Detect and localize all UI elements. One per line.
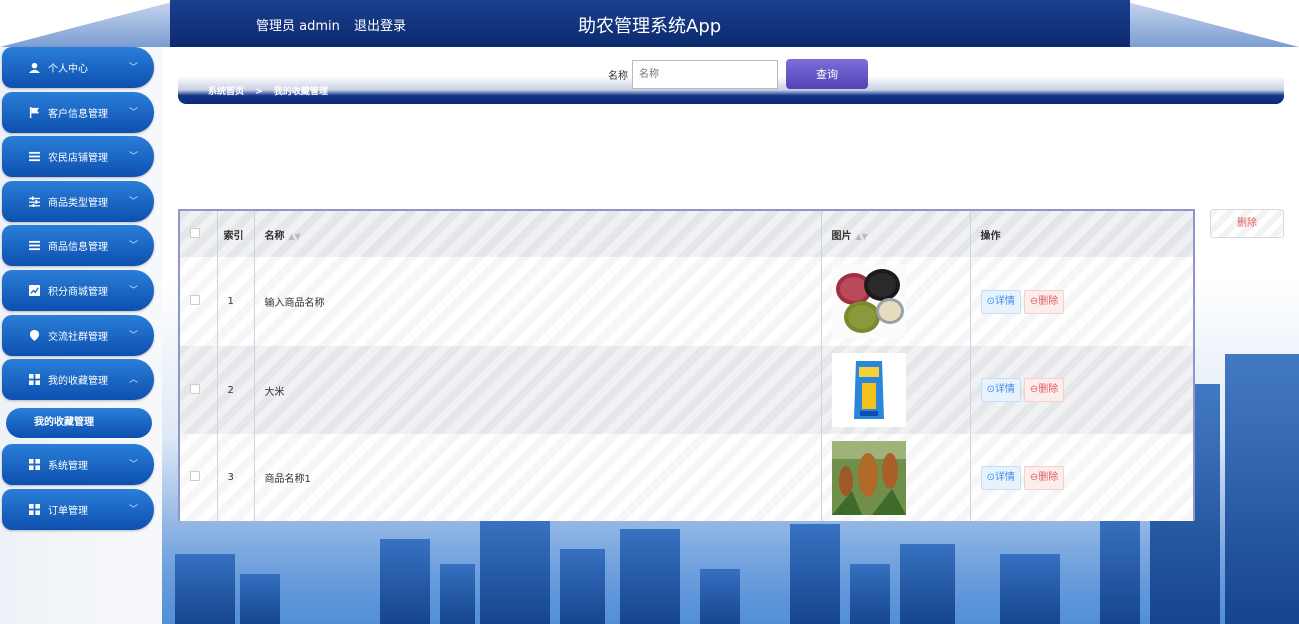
millet-field-image [831, 440, 906, 515]
favorites-table: 索引 名称 ▲▼ 图片 ▲▼ 操作 1 输入商品名称 ⊙详情 ⊖删除 2 大米 … [178, 209, 1195, 521]
app-title: 助农管理系统App [578, 16, 722, 37]
pin-icon [28, 330, 40, 342]
search-label: 名称 [608, 70, 628, 82]
detail-button[interactable]: ⊙详情 [980, 378, 1021, 402]
sidebar: 个人中心 ﹀ 客户信息管理 ﹀ 农民店铺管理 ﹀ 商品类型管理 ﹀ 商品信息管理… [0, 47, 162, 624]
chevron-down-icon: ﹀ [128, 63, 138, 73]
breadcrumb: 系统首页 > 我的收藏管理 [208, 84, 336, 97]
delete-button[interactable]: ⊖删除 [1023, 378, 1065, 402]
sidebar-subitem-favorites[interactable]: 我的收藏管理 [6, 408, 152, 438]
row-name: 输入商品名称 [254, 257, 822, 346]
sidebar-item-points-mall[interactable]: 积分商城管理 ﹀ [2, 270, 154, 311]
user-info: 管理员 admin 退出登录 [256, 15, 416, 34]
sidebar-item-label: 积分商城管理 [48, 287, 108, 298]
row-checkbox[interactable] [190, 471, 200, 481]
column-header-image-label: 图片 [831, 230, 852, 242]
sidebar-item-product-types[interactable]: 商品类型管理 ﹀ [2, 181, 154, 222]
sidebar-item-label: 我的收藏管理 [48, 376, 108, 387]
row-checkbox[interactable] [190, 295, 200, 305]
sidebar-item-product-info[interactable]: 商品信息管理 ﹀ [2, 225, 154, 266]
detail-button[interactable]: ⊙详情 [980, 289, 1021, 314]
table-header-row: 索引 名称 ▲▼ 图片 ▲▼ 操作 [180, 211, 1193, 257]
top-header: 管理员 admin 退出登录 助农管理系统App [0, 0, 1299, 47]
search-input[interactable] [632, 59, 778, 89]
chevron-down-icon: ﹀ [128, 286, 138, 296]
sidebar-item-label: 客户信息管理 [48, 109, 108, 120]
chevron-down-icon: ﹀ [128, 505, 138, 515]
breadcrumb-home-link[interactable]: 系统首页 [208, 87, 244, 97]
chevron-down-icon: ﹀ [128, 460, 138, 470]
rice-bag-image [831, 353, 906, 427]
admin-user-label: 管理员 admin [256, 19, 340, 34]
table-row: 1 输入商品名称 ⊙详情 ⊖删除 [180, 257, 1193, 346]
chevron-down-icon: ﹀ [128, 331, 138, 341]
sort-icon: ▲▼ [288, 231, 301, 241]
chevron-down-icon: ﹀ [128, 108, 138, 118]
column-header-image[interactable]: 图片 ▲▼ [821, 211, 971, 257]
chevron-up-icon: ︿ [128, 375, 138, 385]
sidebar-item-label: 系统管理 [48, 461, 88, 472]
chevron-down-icon: ﹀ [128, 197, 138, 207]
search-button[interactable]: 查询 [786, 59, 868, 89]
sidebar-item-farmer-shops[interactable]: 农民店铺管理 ﹀ [2, 136, 154, 177]
sidebar-item-community[interactable]: 交流社群管理 ﹀ [2, 315, 154, 356]
sidebar-item-label: 商品类型管理 [48, 198, 108, 209]
row-name: 大米 [254, 346, 822, 434]
breadcrumb-separator: > [255, 87, 263, 97]
list-icon [28, 151, 40, 163]
table-row: 2 大米 ⊙详情 ⊖删除 [180, 346, 1193, 434]
beans-bowls-image [831, 264, 906, 339]
delete-button[interactable]: ⊖删除 [1023, 289, 1065, 314]
row-index: 3 [217, 434, 255, 521]
chevron-down-icon: ﹀ [128, 241, 138, 251]
delete-button[interactable]: ⊖删除 [1023, 465, 1065, 490]
grid-icon [28, 459, 40, 471]
batch-delete-button[interactable]: 删除 [1210, 209, 1284, 238]
column-header-name[interactable]: 名称 ▲▼ [254, 211, 822, 257]
sidebar-item-system[interactable]: 系统管理 ﹀ [2, 444, 154, 485]
chevron-down-icon: ﹀ [128, 152, 138, 162]
row-index: 1 [217, 257, 255, 346]
sliders-icon [28, 196, 40, 208]
grid-icon [28, 504, 40, 516]
detail-button[interactable]: ⊙详情 [980, 465, 1021, 490]
breadcrumb-current: 我的收藏管理 [273, 87, 328, 97]
sidebar-item-label: 交流社群管理 [48, 332, 108, 343]
sort-icon: ▲▼ [855, 231, 868, 241]
row-name: 商品名称1 [254, 434, 822, 521]
sidebar-item-favorites[interactable]: 我的收藏管理 ︿ [2, 359, 154, 400]
column-header-name-label: 名称 [264, 230, 285, 242]
search-form: 名称 查询 [608, 59, 868, 89]
list-icon [28, 240, 40, 252]
grid-icon [28, 374, 40, 386]
sidebar-item-label: 商品信息管理 [48, 242, 108, 253]
sidebar-item-label: 个人中心 [48, 64, 88, 75]
sidebar-item-customers[interactable]: 客户信息管理 ﹀ [2, 92, 154, 133]
column-header-index: 索引 [217, 211, 255, 257]
sidebar-item-label: 农民店铺管理 [48, 153, 108, 164]
chart-icon [28, 285, 40, 297]
user-icon [28, 62, 40, 74]
row-checkbox[interactable] [190, 383, 200, 394]
column-header-actions: 操作 [980, 230, 1001, 242]
select-all-checkbox[interactable] [190, 227, 200, 238]
row-index: 2 [217, 346, 255, 434]
sidebar-item-orders[interactable]: 订单管理 ﹀ [2, 489, 154, 530]
logout-link[interactable]: 退出登录 [354, 19, 406, 34]
sidebar-item-label: 订单管理 [48, 506, 88, 517]
flag-icon [28, 107, 40, 119]
sidebar-item-personal-center[interactable]: 个人中心 ﹀ [2, 47, 154, 88]
table-row: 3 商品名称1 ⊙详情 ⊖删除 [180, 434, 1193, 521]
